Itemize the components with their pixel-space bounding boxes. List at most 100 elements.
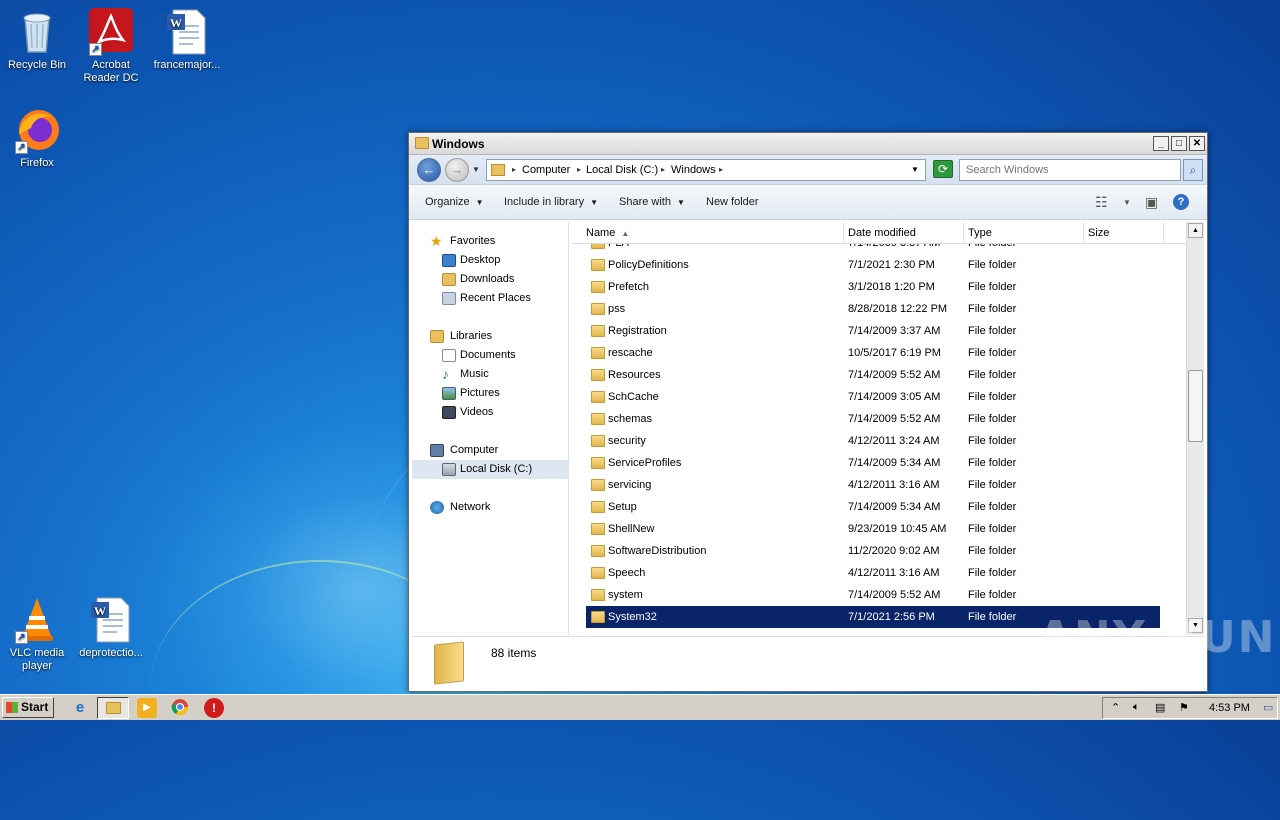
shortcut-arrow-icon: ↗ bbox=[15, 631, 28, 644]
nav-documents[interactable]: Documents bbox=[412, 346, 569, 365]
table-row[interactable]: PolicyDefinitions 7/1/2021 2:30 PM File fo… bbox=[586, 254, 1160, 276]
start-button[interactable]: Start bbox=[2, 697, 54, 718]
back-button[interactable]: ← bbox=[417, 158, 441, 182]
table-row[interactable]: schemas 7/14/2009 5:52 AM File folder bbox=[586, 408, 1160, 430]
desktop-icon-acrobat[interactable]: ↗ Acrobat Reader DC bbox=[74, 8, 148, 85]
desktop-icon bbox=[442, 254, 456, 267]
nav-music[interactable]: ♪ Music bbox=[412, 365, 569, 384]
share-with-menu[interactable]: Share with ▼ bbox=[619, 196, 685, 208]
show-hidden-icons-icon[interactable]: ⌃ bbox=[1111, 701, 1120, 714]
pictures-icon bbox=[442, 387, 456, 400]
table-row[interactable]: ServiceProfiles 7/14/2009 5:34 AM File fol… bbox=[586, 452, 1160, 474]
column-header-type[interactable]: Type bbox=[964, 222, 1084, 244]
scroll-thumb[interactable] bbox=[1188, 370, 1203, 442]
minimize-button[interactable]: _ bbox=[1153, 136, 1169, 151]
table-row[interactable]: Prefetch 3/1/2018 1:20 PM File folder bbox=[586, 276, 1160, 298]
search-input[interactable] bbox=[960, 160, 1180, 180]
nav-recent-places[interactable]: Recent Places bbox=[412, 289, 569, 308]
table-row[interactable]: PLA 7/14/2009 3:37 AM File folder bbox=[586, 244, 1160, 254]
table-row[interactable]: rescache 10/5/2017 6:19 PM File folder bbox=[586, 342, 1160, 364]
desktop-icon-vlc[interactable]: ↗ VLC media player bbox=[0, 596, 74, 673]
search-button[interactable]: ⌕ bbox=[1183, 159, 1203, 181]
taskbar-explorer-button[interactable] bbox=[97, 697, 129, 719]
desktop-icon-word-doc[interactable]: W francemajor... bbox=[150, 8, 224, 72]
command-bar: Organize ▼ Include in library ▼ Share with… bbox=[409, 185, 1207, 220]
breadcrumb-computer[interactable]: Computer bbox=[522, 164, 570, 176]
nav-favorites[interactable]: ★ Favorites bbox=[412, 232, 569, 251]
nav-downloads[interactable]: Downloads bbox=[412, 270, 569, 289]
media-player-icon[interactable]: ▶ bbox=[137, 698, 157, 718]
chevron-right-icon[interactable]: ▸ bbox=[661, 165, 665, 174]
include-in-library-menu[interactable]: Include in library ▼ bbox=[504, 196, 598, 208]
preview-pane-icon[interactable]: ▣ bbox=[1145, 194, 1158, 211]
column-header-name[interactable]: Name ▲ bbox=[572, 222, 844, 244]
nav-label: Pictures bbox=[460, 387, 500, 399]
breadcrumb-local-disk[interactable]: Local Disk (C:) bbox=[586, 164, 658, 176]
network-status-icon[interactable]: ▤ bbox=[1155, 701, 1165, 714]
scroll-up-button[interactable]: ▲ bbox=[1188, 223, 1203, 238]
chevron-right-icon[interactable]: ▸ bbox=[577, 165, 581, 174]
action-center-flag-icon[interactable]: ⚑ bbox=[1179, 701, 1189, 714]
help-icon[interactable]: ? bbox=[1173, 194, 1189, 210]
column-header-date[interactable]: Date modified bbox=[844, 222, 964, 244]
date-modified: 8/28/2018 12:22 PM bbox=[848, 303, 948, 315]
internet-explorer-icon[interactable]: e bbox=[70, 698, 90, 718]
recent-pages-dropdown-icon[interactable]: ▼ bbox=[472, 165, 480, 174]
address-bar[interactable]: ▸ Computer ▸ Local Disk (C:) ▸ Windows ▸… bbox=[486, 159, 926, 181]
table-row[interactable]: Registration 7/14/2009 3:37 AM File folder bbox=[586, 320, 1160, 342]
table-row[interactable]: Speech 4/12/2011 3:16 AM File folder bbox=[586, 562, 1160, 584]
nav-local-disk[interactable]: Local Disk (C:) bbox=[412, 460, 569, 479]
vertical-scrollbar[interactable]: ▲ ▼ bbox=[1186, 222, 1204, 635]
desktop-icon-label: deprotectio... bbox=[79, 647, 143, 659]
chevron-right-icon[interactable]: ▸ bbox=[719, 165, 723, 174]
drive-icon bbox=[442, 463, 456, 476]
clock[interactable]: 4:53 PM bbox=[1209, 702, 1250, 714]
table-row[interactable]: Resources 7/14/2009 5:52 AM File folder bbox=[586, 364, 1160, 386]
folder-icon bbox=[591, 347, 605, 359]
table-row[interactable]: Setup 7/14/2009 5:34 AM File folder bbox=[586, 496, 1160, 518]
maximize-button[interactable]: □ bbox=[1171, 136, 1187, 151]
nav-network[interactable]: Network bbox=[412, 498, 569, 517]
nav-pictures[interactable]: Pictures bbox=[412, 384, 569, 403]
nav-videos[interactable]: Videos bbox=[412, 403, 569, 422]
table-row[interactable]: pss 8/28/2018 12:22 PM File folder bbox=[586, 298, 1160, 320]
file-type: File folder bbox=[968, 589, 1017, 601]
volume-icon[interactable]: 🔈︎ bbox=[1133, 701, 1140, 714]
file-name: servicing bbox=[608, 479, 652, 491]
computer-icon bbox=[430, 444, 444, 457]
refresh-button[interactable]: ⟳ bbox=[933, 160, 953, 178]
column-header-size[interactable]: Size bbox=[1084, 222, 1164, 244]
address-dropdown-icon[interactable]: ▼ bbox=[911, 165, 919, 174]
sort-ascending-icon: ▲ bbox=[621, 229, 630, 238]
table-row[interactable]: security 4/12/2011 3:24 AM File folder bbox=[586, 430, 1160, 452]
breadcrumb-windows[interactable]: Windows bbox=[671, 164, 716, 176]
show-desktop-icon[interactable]: ▭ bbox=[1263, 701, 1273, 714]
desktop-icon-word-doc-2[interactable]: W deprotectio... bbox=[74, 596, 148, 660]
star-icon: ★ bbox=[430, 233, 443, 249]
nav-label: Local Disk (C:) bbox=[460, 463, 533, 475]
table-row[interactable]: ShellNew 9/23/2019 10:45 AM File folder bbox=[586, 518, 1160, 540]
organize-menu[interactable]: Organize ▼ bbox=[425, 196, 484, 208]
new-folder-button[interactable]: New folder bbox=[706, 196, 759, 208]
table-row[interactable]: system 7/14/2009 5:52 AM File folder bbox=[586, 584, 1160, 606]
stop-icon[interactable]: ! bbox=[204, 698, 224, 718]
chevron-down-icon[interactable]: ▼ bbox=[1123, 198, 1131, 207]
view-options-icon[interactable]: ☷ bbox=[1095, 194, 1108, 211]
table-row[interactable]: servicing 4/12/2011 3:16 AM File folder bbox=[586, 474, 1160, 496]
file-type: File folder bbox=[968, 457, 1017, 469]
forward-button[interactable]: → bbox=[445, 158, 469, 182]
desktop-icon-recycle-bin[interactable]: Recycle Bin bbox=[0, 8, 74, 72]
search-box[interactable] bbox=[959, 159, 1181, 181]
date-modified: 9/23/2019 10:45 AM bbox=[848, 523, 947, 535]
nav-libraries[interactable]: Libraries bbox=[412, 327, 569, 346]
chevron-right-icon[interactable]: ▸ bbox=[512, 165, 516, 174]
table-row[interactable]: SoftwareDistribution 11/2/2020 9:02 AM Fil… bbox=[586, 540, 1160, 562]
desktop-icon-label: VLC media player bbox=[9, 647, 65, 672]
close-button[interactable]: ✕ bbox=[1189, 136, 1205, 151]
chrome-icon[interactable] bbox=[170, 698, 190, 718]
nav-desktop[interactable]: Desktop bbox=[412, 251, 569, 270]
table-row[interactable]: SchCache 7/14/2009 3:05 AM File folder bbox=[586, 386, 1160, 408]
nav-computer[interactable]: Computer bbox=[412, 441, 569, 460]
title-bar[interactable]: Windows _ □ ✕ bbox=[409, 133, 1207, 155]
desktop-icon-firefox[interactable]: ↗ Firefox bbox=[0, 106, 74, 170]
